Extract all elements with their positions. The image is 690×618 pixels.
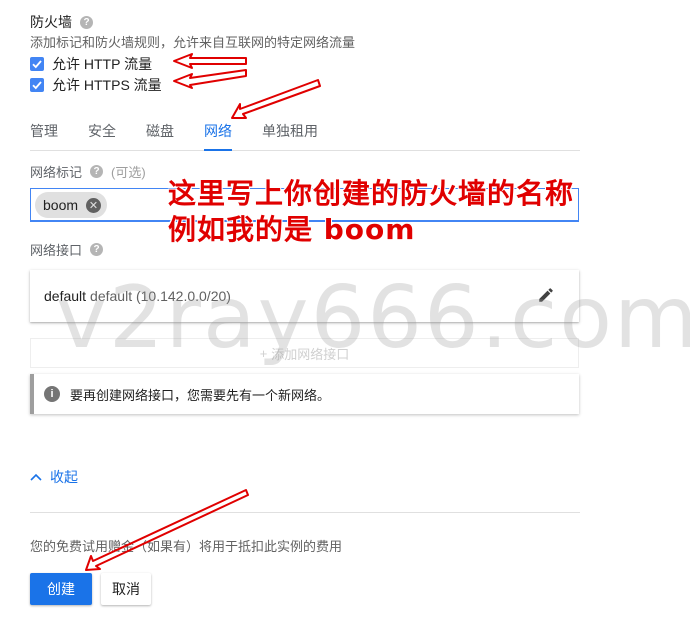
tab-sole-tenancy[interactable]: 单独租用 bbox=[262, 112, 333, 150]
network-tags-label: 网络标记 ? (可选) bbox=[30, 162, 146, 181]
chevron-up-icon bbox=[30, 473, 42, 481]
collapse-label: 收起 bbox=[50, 469, 78, 485]
arrow-http bbox=[173, 53, 247, 69]
info-message: i 要再创建网络接口，您需要先有一个新网络。 bbox=[30, 374, 579, 414]
annotation-line-1: 这里写上你创建的防火墙的名称 bbox=[168, 177, 575, 210]
info-icon: i bbox=[44, 386, 60, 402]
watermark: v2ray666.com bbox=[56, 268, 690, 368]
create-button[interactable]: 创建 bbox=[30, 573, 92, 605]
check-icon bbox=[32, 60, 42, 69]
tag-chip-label: boom bbox=[43, 197, 79, 213]
allow-http-row[interactable]: 允许 HTTP 流量 bbox=[30, 54, 152, 74]
cancel-button[interactable]: 取消 bbox=[101, 573, 151, 605]
divider bbox=[30, 512, 580, 513]
tag-chip[interactable]: boom ✕ bbox=[35, 192, 108, 218]
help-icon[interactable]: ? bbox=[90, 243, 104, 256]
info-text: 要再创建网络接口，您需要先有一个新网络。 bbox=[70, 387, 331, 403]
firewall-title: 防火墙 bbox=[30, 14, 72, 30]
allow-https-label: 允许 HTTPS 流量 bbox=[52, 77, 162, 93]
help-icon[interactable]: ? bbox=[90, 165, 104, 178]
firewall-heading: 防火墙 ? bbox=[30, 12, 93, 32]
arrow-https bbox=[173, 69, 247, 89]
tab-disks[interactable]: 磁盘 bbox=[146, 112, 189, 150]
annotation-line-2: 例如我的是 boom bbox=[168, 213, 416, 246]
firewall-description: 添加标记和防火墙规则，允许来自互联网的特定网络流量 bbox=[30, 35, 356, 50]
tab-security[interactable]: 安全 bbox=[88, 112, 131, 150]
tab-management[interactable]: 管理 bbox=[30, 112, 73, 150]
allow-http-label: 允许 HTTP 流量 bbox=[52, 56, 153, 72]
network-interfaces-label: 网络接口 ? bbox=[30, 240, 104, 259]
allow-http-checkbox[interactable] bbox=[30, 57, 44, 71]
tab-networking[interactable]: 网络 bbox=[204, 112, 232, 151]
network-interfaces-title: 网络接口 bbox=[30, 243, 83, 258]
optional-hint: (可选) bbox=[111, 165, 146, 180]
arrow-create-button bbox=[85, 489, 249, 571]
network-tags-title: 网络标记 bbox=[30, 165, 83, 180]
check-icon bbox=[32, 81, 42, 90]
close-icon[interactable]: ✕ bbox=[86, 197, 102, 213]
allow-https-checkbox[interactable] bbox=[30, 78, 44, 92]
collapse-link[interactable]: 收起 bbox=[30, 467, 78, 487]
billing-note: 您的免费试用赠金（如果有）将用于抵扣此实例的费用 bbox=[30, 539, 343, 554]
allow-https-row[interactable]: 允许 HTTPS 流量 bbox=[30, 75, 162, 95]
settings-tabs: 管理 安全 磁盘 网络 单独租用 bbox=[30, 112, 580, 151]
help-icon[interactable]: ? bbox=[80, 15, 93, 29]
